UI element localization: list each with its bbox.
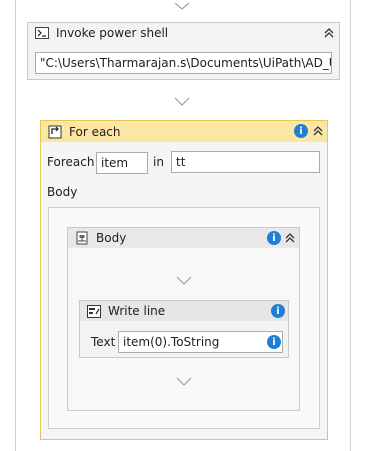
drop-arrow-body-bottom[interactable] (176, 376, 192, 390)
text-input[interactable]: item(0).ToString (118, 331, 283, 353)
body-sequence[interactable]: Body i Write line i Text item(0).ToStrin… (67, 227, 300, 411)
in-label: in (153, 155, 164, 169)
writeline-title: Write line (108, 304, 166, 318)
down-triangle-icon (174, 2, 190, 10)
body-header[interactable]: Body (68, 228, 299, 248)
warning-icon[interactable]: i (271, 304, 285, 318)
loop-icon (47, 124, 63, 140)
writeline-header[interactable]: Write line (80, 301, 288, 321)
down-triangle-icon (176, 377, 192, 386)
collapse-icon[interactable] (312, 124, 324, 138)
foreach-title: For each (69, 124, 121, 139)
body-label: Body (47, 185, 78, 199)
foreach-header[interactable]: For each (41, 121, 327, 142)
write-line-icon (86, 303, 102, 319)
sequence-border-left (15, 0, 16, 451)
write-line-activity[interactable]: Write line i Text item(0).ToString i (79, 300, 289, 358)
sequence-border-right (350, 0, 351, 451)
item-input[interactable]: item (96, 152, 148, 174)
powershell-icon (34, 25, 50, 41)
invoke-title: Invoke power shell (56, 26, 169, 40)
drop-arrow-top[interactable] (174, 0, 190, 14)
warning-icon[interactable]: i (267, 231, 281, 245)
collection-input[interactable]: tt (171, 151, 320, 173)
down-triangle-icon (176, 276, 192, 285)
command-input[interactable]: "C:\Users\Tharmarajan.s\Documents\UiPath… (35, 52, 332, 74)
body-title: Body (96, 231, 127, 245)
text-warning-icon[interactable]: i (267, 335, 281, 349)
collapse-icon[interactable] (323, 26, 335, 40)
down-triangle-icon (174, 97, 190, 106)
drop-arrow-body-top[interactable] (176, 275, 192, 289)
foreach-label: Foreach (47, 155, 95, 169)
sequence-icon (74, 230, 90, 246)
invoke-header[interactable]: Invoke power shell (28, 23, 339, 43)
warning-icon[interactable]: i (294, 124, 308, 138)
text-label: Text (91, 335, 116, 349)
drop-arrow-middle[interactable] (174, 96, 190, 110)
invoke-power-shell-activity[interactable]: Invoke power shell "C:\Users\Tharmarajan… (27, 22, 340, 80)
collapse-icon[interactable] (284, 231, 296, 245)
